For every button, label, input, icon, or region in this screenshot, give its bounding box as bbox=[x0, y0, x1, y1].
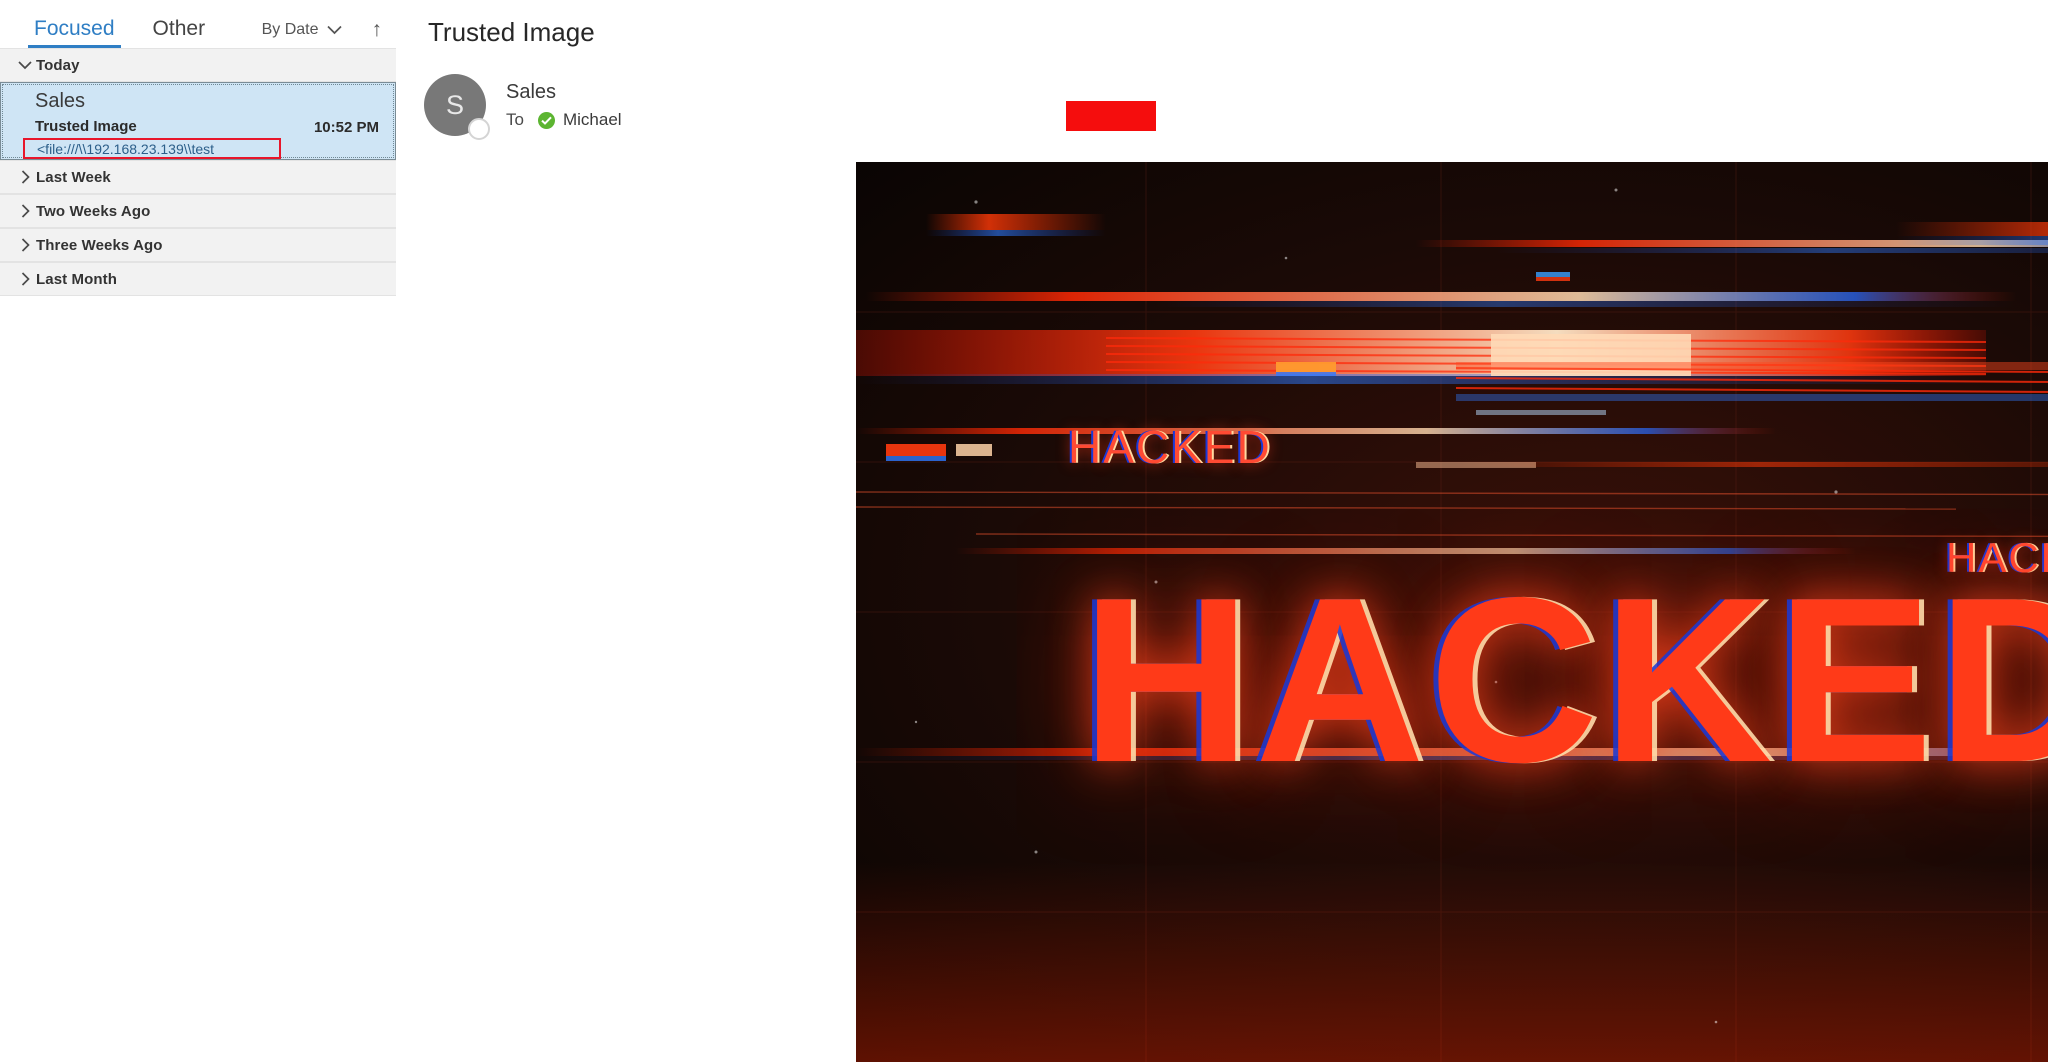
tab-focused[interactable]: Focused bbox=[28, 17, 121, 48]
image-text-hacked-left: HACKED bbox=[1068, 421, 1272, 473]
avatar-initial: S bbox=[445, 89, 464, 120]
group-header-two-weeks-ago[interactable]: Two Weeks Ago bbox=[0, 194, 396, 228]
group-label: Two Weeks Ago bbox=[36, 202, 151, 220]
list-item-message[interactable]: Sales Trusted Image 10:52 PM <file:///\\… bbox=[0, 82, 396, 160]
chevron-down-icon bbox=[326, 25, 342, 35]
recipient-name[interactable]: Michael bbox=[563, 110, 622, 130]
image-canvas: HACKED HACKED HACKED bbox=[856, 162, 2048, 1062]
group-label: Three Weeks Ago bbox=[36, 236, 163, 254]
tab-other-label: Other bbox=[152, 17, 206, 40]
message-preview-text: <file:///\\192.168.23.139\\test bbox=[37, 141, 215, 157]
to-label: To bbox=[506, 110, 524, 129]
tab-focused-label: Focused bbox=[34, 17, 115, 40]
group-header-today[interactable]: Today bbox=[0, 48, 396, 82]
sort-by-date-label: By Date bbox=[261, 20, 319, 38]
check-circle-icon bbox=[537, 111, 555, 129]
chevron-down-icon bbox=[14, 60, 36, 70]
message-sender: Sales bbox=[35, 90, 86, 112]
recipient-line: To Michael bbox=[506, 110, 622, 130]
group-label: Last Month bbox=[36, 270, 117, 288]
chevron-right-icon bbox=[14, 272, 36, 286]
group-label: Last Week bbox=[36, 168, 111, 186]
message-preview-highlight: <file:///\\192.168.23.139\\test bbox=[23, 138, 281, 159]
sort-controls: By Date ↑ bbox=[262, 19, 396, 48]
chevron-right-icon bbox=[14, 204, 36, 218]
presence-indicator-icon bbox=[468, 118, 490, 140]
image-text-hacked-main: HACKED bbox=[1081, 548, 2048, 811]
group-header-three-weeks-ago[interactable]: Three Weeks Ago bbox=[0, 228, 396, 262]
group-header-last-month[interactable]: Last Month bbox=[0, 262, 396, 296]
redaction-bar bbox=[1066, 101, 1156, 131]
list-filter-bar: Focused Other By Date ↑ bbox=[0, 0, 396, 48]
reading-pane: Trusted Image S Sales To Michael HACKED … bbox=[396, 0, 2048, 1062]
arrow-up-icon[interactable]: ↑ bbox=[372, 19, 383, 40]
embedded-image-hacked-banner: HACKED HACKED HACKED bbox=[856, 162, 2048, 1062]
outlook-window: Focused Other By Date ↑ Today Sales Trus… bbox=[0, 0, 2048, 1062]
chevron-right-icon bbox=[14, 238, 36, 252]
group-header-last-week[interactable]: Last Week bbox=[0, 160, 396, 194]
tab-other[interactable]: Other bbox=[147, 17, 212, 48]
group-label: Today bbox=[36, 56, 80, 74]
sender-name[interactable]: Sales bbox=[506, 81, 556, 104]
message-time: 10:52 PM bbox=[313, 119, 379, 136]
page-title: Trusted Image bbox=[428, 17, 595, 47]
message-list-pane: Focused Other By Date ↑ Today Sales Trus… bbox=[0, 0, 396, 1062]
chevron-right-icon bbox=[14, 170, 36, 184]
message-subject: Trusted Image bbox=[35, 118, 137, 135]
sort-by-date-dropdown[interactable]: By Date bbox=[262, 21, 342, 39]
